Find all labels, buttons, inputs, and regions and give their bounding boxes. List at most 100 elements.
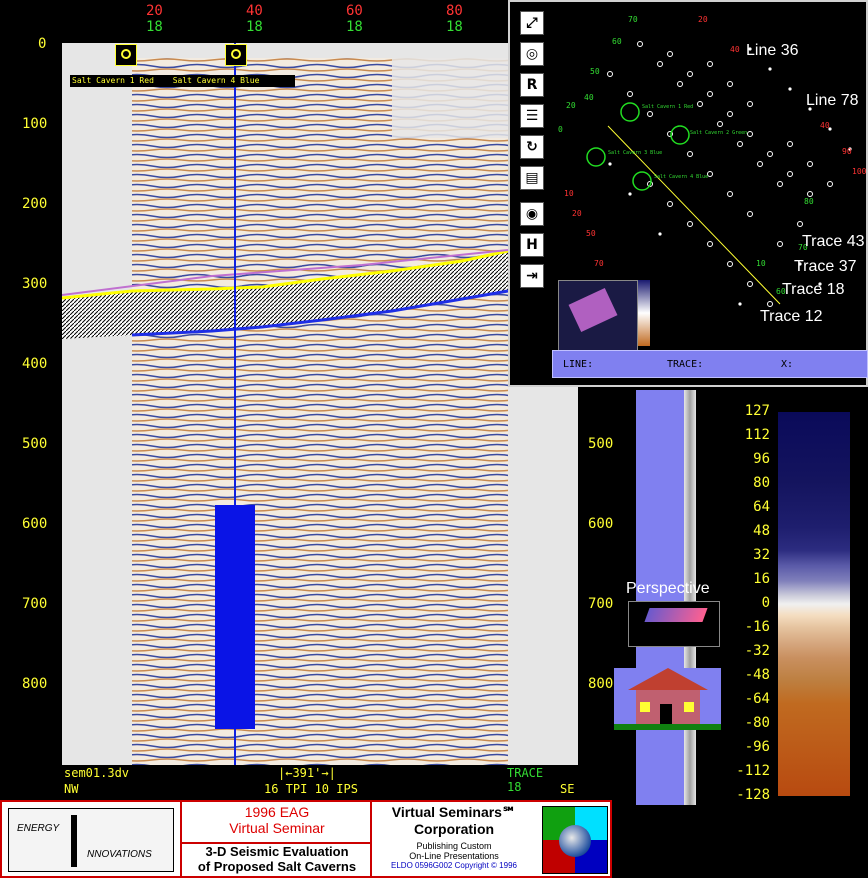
scale-bar: |←391'→| [278, 766, 336, 780]
depth-label-800: 800 [22, 676, 48, 692]
reset-tool-button[interactable]: R [520, 73, 544, 97]
svg-text:0: 0 [558, 125, 563, 134]
map-trace-label-18: Trace 18 [782, 281, 845, 298]
svg-text:50: 50 [586, 229, 596, 238]
colorbar-fill [778, 412, 850, 796]
drill-rig-icon [71, 815, 77, 867]
zoom-tool-icon[interactable]: ⤢ [520, 11, 544, 35]
map-panel[interactable]: Salt Cavern 1 Red Salt Cavern 2 Green Sa… [508, 0, 868, 387]
svg-text:100: 100 [852, 167, 867, 176]
file-name: sem01.3dv [64, 766, 130, 780]
map-cavern-label-4: Salt Cavern 4 Blue [654, 174, 708, 180]
company-box: Virtual Seminars℠ Corporation Publishing… [370, 802, 536, 878]
depth-label-700: 700 [22, 596, 48, 612]
svg-text:40: 40 [820, 121, 830, 130]
trace-label-green-40: 18 [246, 19, 263, 35]
pick-tool-icon[interactable]: ◎ [520, 42, 544, 66]
map-cavern-label-2: Salt Cavern 2 Green [690, 130, 747, 136]
svg-text:20: 20 [698, 15, 708, 24]
company-line2: Corporation [413, 821, 495, 837]
right-depth-label-800: 800 [588, 676, 614, 692]
scale-label: 391' [292, 766, 322, 780]
colorbar-tick-64: 64 [753, 499, 770, 515]
dir-right: SE [560, 782, 575, 796]
logo-line2: NNOVATIONS [87, 849, 152, 860]
status-trace-label: TRACE: [667, 359, 704, 370]
trace-label-green-80: 18 [446, 19, 463, 35]
thumbnail-colorbar [638, 280, 650, 346]
tagline2: On-Line Presentations [409, 851, 499, 861]
title-line2: of Proposed Salt Caverns [197, 859, 357, 874]
map-trace-label-37: Trace 37 [794, 258, 857, 275]
colorbar-tick-32: 32 [753, 547, 770, 563]
seismic-section-panel[interactable]: 20 18 40 18 60 18 80 18 0 100 200 300 40… [0, 0, 613, 800]
title-line1: 3-D Seismic Evaluation [205, 844, 349, 859]
map-line-label-36: Line 36 [746, 42, 799, 59]
trace-label-red-40: 40 [246, 3, 263, 19]
right-depth-label-600: 600 [588, 516, 614, 532]
trace-label-red-60: 60 [346, 3, 363, 19]
layers-tool-icon[interactable]: ☰ [520, 104, 544, 128]
svg-text:90: 90 [842, 147, 852, 156]
svg-text:20: 20 [572, 209, 582, 218]
svg-text:40: 40 [730, 45, 740, 54]
status-line-label: LINE: [563, 359, 594, 370]
export-tool-icon[interactable]: ⇥ [520, 264, 544, 288]
depth-label-200: 200 [22, 196, 48, 212]
legend-blue-label: Salt Cavern 4 Blue [172, 76, 260, 85]
contour-tool-icon[interactable]: ◉ [520, 202, 544, 226]
colorbar-tick-neg112: -112 [736, 763, 770, 779]
depth-label-500: 500 [22, 436, 48, 452]
cavern-marker-4-icon[interactable] [225, 44, 247, 66]
tagline1: Publishing Custom [416, 841, 492, 851]
globe-logo [542, 806, 608, 874]
event-line1: 1996 EAG [244, 804, 310, 820]
company-line1: Virtual Seminars℠ [391, 804, 517, 820]
colorbar-tick-96: 96 [753, 451, 770, 467]
depth-label-300: 300 [22, 276, 48, 292]
amplitude-colorbar [778, 412, 850, 796]
map-trace-label-43: Trace 43 [802, 233, 865, 250]
footer-banner: ENERGY NNOVATIONS 1996 EAG Virtual Semin… [0, 800, 612, 878]
colorbar-tick-0: 0 [761, 595, 770, 611]
notes-tool-icon[interactable]: ▤ [520, 166, 544, 190]
map-cavern-label-1: Salt Cavern 1 Red [642, 104, 693, 110]
tpi-label: 16 TPI 10 IPS [264, 782, 358, 796]
perspective-thumbnail[interactable] [558, 280, 638, 352]
colorbar-tick-neg16: -16 [744, 619, 770, 635]
map-line-label-78: Line 78 [806, 92, 859, 109]
logo-line1: ENERGY [17, 823, 60, 834]
trace-label-green-60: 18 [346, 19, 363, 35]
perspective-label: Perspective [626, 580, 710, 597]
svg-text:10: 10 [564, 189, 574, 198]
svg-text:70: 70 [628, 15, 638, 24]
colorbar-tick-48: 48 [753, 523, 770, 539]
rotate-tool-icon[interactable]: ↻ [520, 135, 544, 159]
colorbar-tick-neg48: -48 [744, 667, 770, 683]
event-line2: Virtual Seminar [229, 820, 325, 836]
cavern-marker-1-icon[interactable] [115, 44, 137, 66]
cavern-legend: Salt Cavern 1 Red Salt Cavern 4 Blue [70, 75, 295, 87]
title-box: 3-D Seismic Evaluation of Proposed Salt … [180, 842, 372, 878]
energy-innovations-logo: ENERGY NNOVATIONS [8, 808, 174, 872]
trace-label-red-20: 20 [146, 3, 163, 19]
colorbar-tick-112: 112 [744, 427, 770, 443]
depth-label-0: 0 [38, 36, 47, 52]
svg-text:40: 40 [584, 93, 594, 102]
horizon-tool-button[interactable]: H [520, 233, 544, 257]
colorbar-tick-127: 127 [744, 403, 770, 419]
colorbar-tick-neg96: -96 [744, 739, 770, 755]
colorbar-tick-neg64: -64 [744, 691, 770, 707]
legend-red-label: Salt Cavern 1 Red [72, 76, 154, 85]
trace-indicator: TRACE 18 [507, 766, 544, 794]
seismic-image[interactable] [62, 43, 578, 765]
cursor-status-bar: LINE: TRACE: X: [552, 350, 868, 378]
map-cavern-label-3: Salt Cavern 3 Blue [608, 150, 662, 156]
svg-text:10: 10 [756, 259, 766, 268]
svg-text:20: 20 [566, 101, 576, 110]
colorbar-tick-16: 16 [753, 571, 770, 587]
svg-text:70: 70 [594, 259, 604, 268]
svg-text:60: 60 [612, 37, 622, 46]
trace-label-green-20: 18 [146, 19, 163, 35]
svg-text:50: 50 [590, 67, 600, 76]
